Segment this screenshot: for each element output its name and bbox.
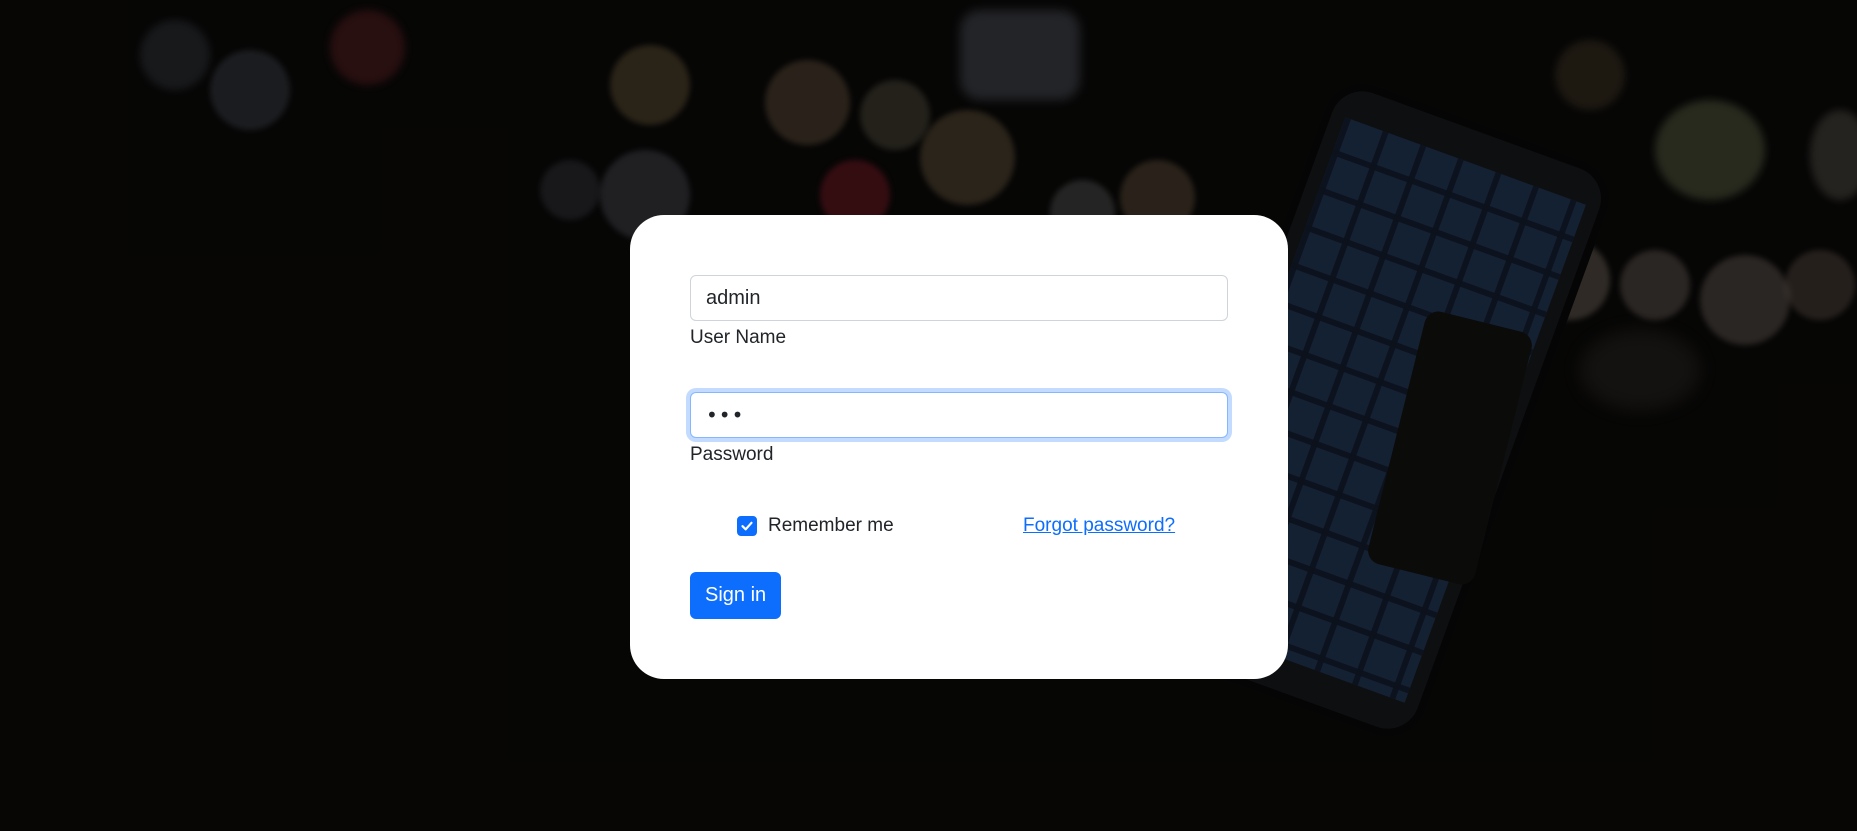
remember-me-row: Remember me <box>737 515 894 537</box>
username-label: User Name <box>690 327 787 348</box>
forgot-password-link[interactable]: Forgot password? <box>1023 515 1175 537</box>
password-input[interactable] <box>690 392 1228 438</box>
remember-me-label[interactable]: Remember me <box>768 515 894 537</box>
password-group: Password <box>690 392 1228 466</box>
remember-me-checkbox[interactable] <box>737 516 757 536</box>
username-group: User Name <box>690 275 1228 349</box>
username-input[interactable] <box>690 275 1228 321</box>
login-card: User Name Password Remember me Forgot pa… <box>630 215 1288 679</box>
checkmark-icon <box>741 521 753 531</box>
sign-in-button[interactable]: Sign in <box>690 572 782 619</box>
password-label: Password <box>690 444 774 465</box>
